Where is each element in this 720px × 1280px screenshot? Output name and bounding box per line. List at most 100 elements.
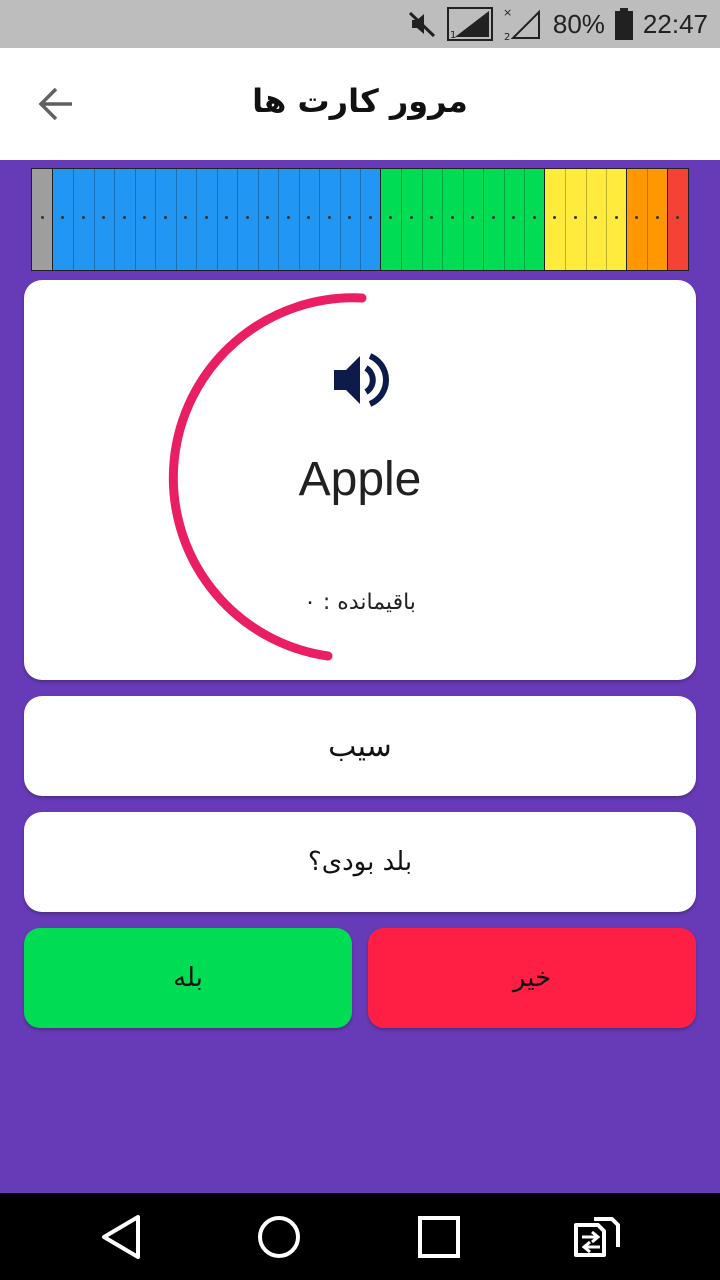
box-cell-divider — [114, 169, 115, 270]
yes-label: بله — [173, 963, 203, 993]
card-word: Apple — [298, 453, 422, 506]
box-cell-marker — [450, 216, 454, 219]
battery-icon — [614, 8, 633, 40]
box-cell-divider — [73, 169, 74, 270]
remaining-count: باقیمانده : ۰ — [304, 590, 416, 615]
box-cell-divider — [155, 169, 156, 270]
leitner-box-3 — [380, 169, 545, 270]
box-cell-marker — [286, 216, 290, 219]
nav-recents-button[interactable] — [413, 1211, 465, 1263]
signal-sim2-no-service-icon: × 2 — [503, 6, 540, 42]
box-cell-divider — [401, 169, 402, 270]
box-cell-divider — [524, 169, 525, 270]
box-cell-divider — [442, 169, 443, 270]
box-cell-marker — [655, 216, 659, 219]
box-cell-divider — [585, 169, 587, 270]
box-cell-marker — [143, 216, 147, 219]
box-cell-divider — [606, 169, 607, 270]
page-title: مرور کارت ها — [252, 82, 468, 120]
box-cell-divider — [339, 169, 341, 270]
nav-home-button[interactable] — [253, 1211, 305, 1263]
box-cell-divider — [175, 169, 177, 270]
box-cell-marker — [327, 216, 331, 219]
box-cell-divider — [565, 169, 566, 270]
mute-icon — [408, 11, 435, 38]
box-cell-marker — [245, 216, 249, 219]
box-cell-marker — [348, 216, 352, 219]
box-cell-marker — [184, 216, 188, 219]
translation-text: سیب — [328, 728, 392, 764]
leitner-box-6 — [667, 169, 688, 270]
leitner-box-1 — [32, 169, 53, 270]
back-button[interactable] — [26, 78, 86, 130]
box-cell-divider — [134, 169, 136, 270]
box-cell-divider — [421, 169, 423, 270]
box-cell-marker — [614, 216, 618, 219]
svg-text:×: × — [503, 6, 512, 19]
box-cell-marker — [368, 216, 372, 219]
box-cell-divider — [298, 169, 300, 270]
box-cell-marker — [635, 216, 639, 219]
signal-sim1-icon: 1 — [446, 7, 493, 41]
box-cell-divider — [647, 169, 648, 270]
leitner-box-5 — [626, 169, 668, 270]
box-cell-divider — [503, 169, 505, 270]
translation-card[interactable]: سیب — [24, 696, 696, 796]
no-label: خیر — [512, 963, 552, 993]
box-cell-marker — [266, 216, 270, 219]
box-cell-marker — [532, 216, 536, 219]
box-cell-marker — [676, 216, 680, 219]
leitner-box-4 — [544, 169, 627, 270]
box-cell-marker — [163, 216, 167, 219]
box-cell-marker — [122, 216, 126, 219]
recents-square-icon — [418, 1216, 460, 1258]
box-cell-marker — [81, 216, 85, 219]
status-bar: 1 × 2 80% 22:47 — [0, 0, 720, 48]
clock: 22:47 — [642, 8, 708, 39]
yes-button[interactable]: بله — [24, 928, 352, 1028]
box-cell-divider — [483, 169, 484, 270]
leitner-box-2 — [52, 169, 381, 270]
play-audio-button[interactable] — [330, 350, 390, 410]
box-cell-marker — [225, 216, 229, 219]
box-cell-marker — [40, 216, 44, 219]
box-cell-marker — [471, 216, 475, 219]
box-cell-marker — [389, 216, 393, 219]
box-cell-marker — [594, 216, 598, 219]
no-button[interactable]: خیر — [368, 928, 696, 1028]
switch-sim-icon — [574, 1217, 620, 1257]
nav-back-button[interactable] — [98, 1211, 150, 1263]
app-bar: مرور کارت ها — [0, 48, 720, 160]
question-card: بلد بودی؟ — [24, 812, 696, 912]
sim1-label: 1 — [450, 30, 456, 41]
box-cell-marker — [409, 216, 413, 219]
sim2-label: 2 — [504, 32, 510, 42]
nav-switch-sim-button[interactable] — [572, 1211, 624, 1263]
box-cell-marker — [573, 216, 577, 219]
box-cell-divider — [360, 169, 361, 270]
box-cell-marker — [307, 216, 311, 219]
box-cell-marker — [61, 216, 65, 219]
box-cell-divider — [278, 169, 279, 270]
volume-up-icon — [334, 353, 389, 407]
leitner-boxes — [31, 168, 689, 271]
box-cell-marker — [204, 216, 208, 219]
box-cell-marker — [512, 216, 516, 219]
box-cell-divider — [462, 169, 464, 270]
box-cell-divider — [257, 169, 259, 270]
question-text: بلد بودی؟ — [307, 847, 413, 877]
box-cell-marker — [491, 216, 495, 219]
box-cell-divider — [196, 169, 197, 270]
box-cell-marker — [102, 216, 106, 219]
box-cell-divider — [216, 169, 218, 270]
box-cell-marker — [553, 216, 557, 219]
box-cell-divider — [319, 169, 320, 270]
home-circle-icon — [258, 1216, 300, 1258]
navigation-bar — [0, 1193, 720, 1280]
box-cell-divider — [237, 169, 238, 270]
arrow-back-icon — [38, 87, 72, 121]
box-cell-divider — [93, 169, 95, 270]
back-triangle-icon — [102, 1215, 140, 1259]
box-cell-marker — [430, 216, 434, 219]
status-icons: 1 × 2 80% 22:47 — [407, 0, 708, 48]
